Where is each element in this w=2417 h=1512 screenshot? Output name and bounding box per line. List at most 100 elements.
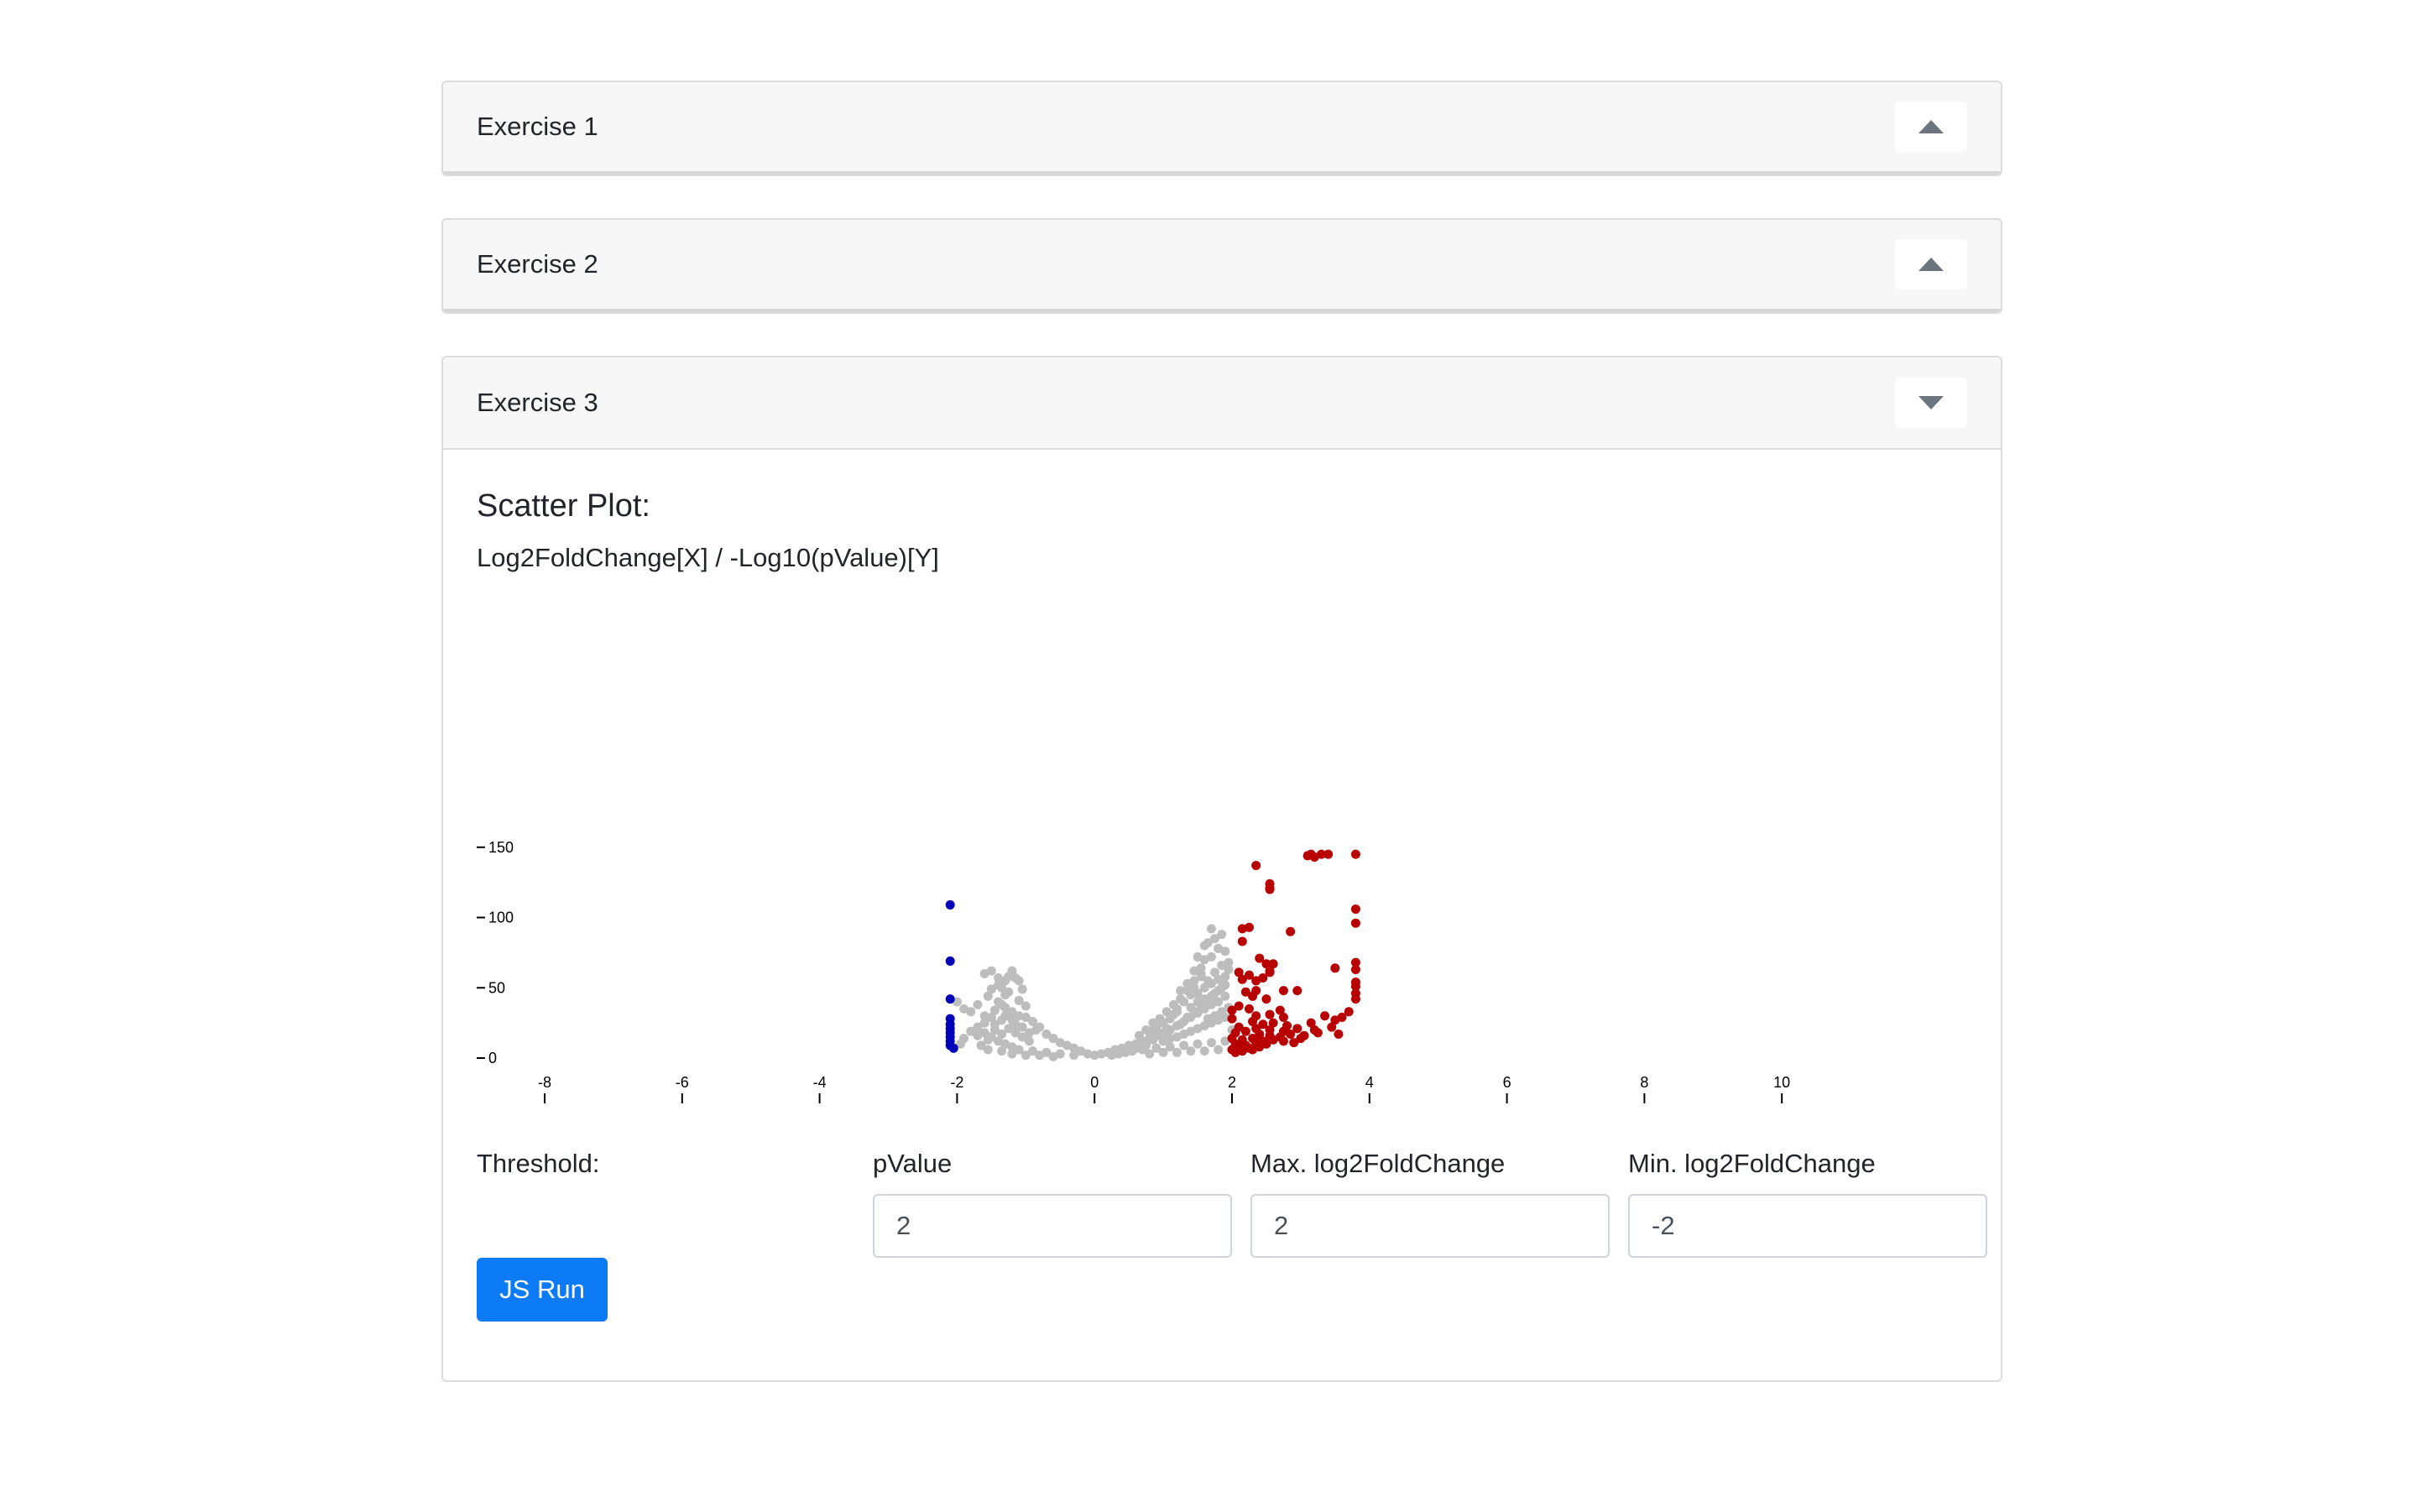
exercise-3-card: Exercise 3 Scatter Plot: Log2FoldChange[…	[441, 356, 2002, 1382]
exercise-1-header[interactable]: Exercise 1	[443, 82, 2001, 175]
scatter-point	[1350, 904, 1360, 914]
scatter-point	[1323, 849, 1334, 859]
pvalue-column: pValue	[873, 1140, 1232, 1258]
scatter-point	[1296, 1034, 1306, 1044]
scatter-point	[1286, 1030, 1296, 1040]
x-tick-label: 0	[1090, 1074, 1099, 1091]
max-log2foldchange-input[interactable]	[1250, 1194, 1610, 1258]
scatter-point	[994, 973, 1004, 983]
scatter-point	[1176, 1019, 1186, 1030]
scatter-point	[1004, 972, 1014, 982]
scatter-point	[1286, 926, 1296, 936]
x-tick-label: 6	[1503, 1074, 1511, 1091]
scatter-point	[1107, 1051, 1117, 1061]
scatter-point	[1199, 941, 1209, 951]
scatter-plot: 0 50 100 150 -8 -6 -4 -2 0 2 4 6 8 10	[477, 613, 1967, 1125]
chevron-up-icon	[1918, 258, 1944, 271]
scatter-point	[1148, 1018, 1158, 1028]
exercise-3-header[interactable]: Exercise 3	[443, 357, 2001, 450]
js-run-button[interactable]: JS Run	[477, 1258, 608, 1322]
scatter-point	[1048, 1051, 1058, 1061]
scatter-point	[973, 999, 983, 1009]
chevron-down-icon	[1918, 396, 1944, 409]
scatter-point	[1309, 852, 1319, 862]
scatter-point	[1214, 1045, 1224, 1055]
exercise-2-toggle-button[interactable]	[1895, 239, 1967, 289]
scatter-point	[1292, 986, 1302, 996]
scatter-point	[1278, 1036, 1288, 1046]
exercise-1-title: Exercise 1	[477, 112, 598, 141]
scatter-point	[1320, 1011, 1330, 1021]
min-log2foldchange-column: Min. log2FoldChange	[1628, 1140, 1987, 1258]
exercise-2-card: Exercise 2	[441, 218, 2002, 314]
plot-subtitle: Log2FoldChange[X] / -Log10(pValue)[Y]	[477, 543, 939, 572]
exercise-3-title: Exercise 3	[477, 388, 598, 417]
y-tick-label: 0	[488, 1050, 497, 1066]
chevron-up-icon	[1918, 120, 1944, 133]
scatter-point	[1227, 1014, 1237, 1024]
scatter-point	[1278, 1012, 1288, 1022]
scatter-point	[1327, 1022, 1337, 1032]
scatter-point	[948, 1043, 958, 1053]
scatter-point	[1350, 994, 1360, 1004]
scatter-point	[1162, 1007, 1172, 1017]
scatter-point	[983, 1045, 993, 1055]
x-tick-label: -8	[538, 1074, 551, 1091]
scatter-point	[997, 999, 1007, 1009]
x-tick-label: -4	[813, 1074, 827, 1091]
scatter-point	[1206, 1038, 1216, 1048]
y-tick-label: 150	[488, 839, 514, 856]
scatter-point	[1199, 1046, 1209, 1056]
scatter-point	[1193, 1039, 1203, 1049]
max-log2foldchange-column: Max. log2FoldChange	[1250, 1140, 1610, 1258]
scatter-point	[1203, 1014, 1213, 1024]
scatter-plot-svg: 0 50 100 150 -8 -6 -4 -2 0 2 4 6 8 10	[477, 839, 1790, 1103]
scatter-point	[1017, 984, 1027, 994]
scatter-point	[1334, 1030, 1344, 1040]
scatter-point	[997, 1046, 1007, 1056]
min-log2foldchange-input[interactable]	[1628, 1194, 1987, 1258]
exercise-2-header[interactable]: Exercise 2	[443, 220, 2001, 312]
scatter-point	[1168, 999, 1178, 1009]
exercise-3-toggle-button[interactable]	[1895, 378, 1967, 428]
scatter-point	[1158, 1047, 1168, 1057]
scatter-point	[1240, 1026, 1250, 1036]
scatter-point	[1004, 1009, 1014, 1019]
scatter-point	[986, 984, 996, 994]
x-tick-label: 8	[1640, 1074, 1648, 1091]
scatter-point	[979, 1018, 989, 1028]
scatter-point	[1350, 918, 1360, 928]
scatter-point	[1248, 1045, 1258, 1055]
threshold-column: Threshold:	[477, 1140, 854, 1258]
exercise-2-title: Exercise 2	[477, 249, 598, 279]
min-log2foldchange-label: Min. log2FoldChange	[1628, 1149, 1876, 1178]
scatter-point	[1182, 1012, 1193, 1022]
scatter-point	[1248, 991, 1258, 1001]
scatter-point	[1021, 1001, 1031, 1011]
x-tick-label: -6	[676, 1074, 689, 1091]
scatter-point	[1035, 1051, 1045, 1061]
threshold-label: Threshold:	[477, 1149, 600, 1178]
scatter-point	[1186, 1046, 1196, 1056]
scatter-point	[1265, 884, 1275, 894]
scatter-point	[1206, 952, 1216, 962]
exercise-1-card: Exercise 1	[441, 81, 2002, 176]
scatter-point	[1244, 922, 1254, 932]
scatter-point	[1007, 1049, 1017, 1059]
scatter-point	[1224, 957, 1234, 967]
scatter-point	[1196, 969, 1206, 978]
scatter-point	[1206, 978, 1216, 988]
scatter-point	[1145, 1049, 1155, 1059]
scatter-point	[1069, 1051, 1079, 1061]
pvalue-input[interactable]	[873, 1194, 1232, 1258]
y-tick-label: 50	[488, 979, 505, 996]
scatter-point	[1000, 990, 1010, 1000]
scatter-point	[1172, 1047, 1182, 1057]
scatter-point	[1261, 994, 1271, 1004]
scatter-point	[1313, 1028, 1323, 1038]
exercise-1-toggle-button[interactable]	[1895, 102, 1967, 152]
scatter-point	[1220, 946, 1230, 957]
scatter-point	[1014, 976, 1024, 986]
scatter-point	[1193, 952, 1203, 962]
scatter-point	[945, 994, 955, 1004]
